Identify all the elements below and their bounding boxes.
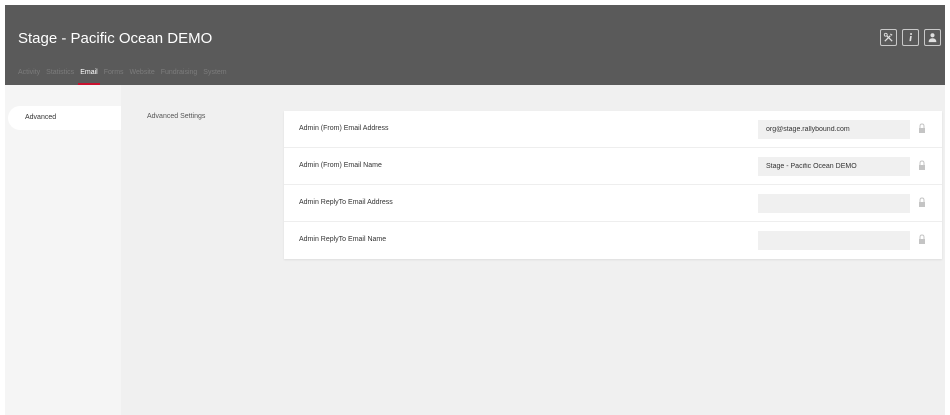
user-button[interactable] (924, 29, 941, 46)
lock-icon[interactable] (918, 123, 926, 134)
admin-replyto-email-name-field[interactable] (758, 231, 910, 250)
main-content: Advanced Settings Admin (From) Email Add… (121, 85, 945, 415)
tools-button[interactable] (880, 29, 897, 46)
user-icon (928, 33, 937, 43)
lock-icon[interactable] (918, 234, 926, 245)
top-bar: Stage - Pacific Ocean DEMO Activity Stat… (5, 5, 945, 85)
nav-item-activity[interactable]: Activity (18, 69, 40, 76)
sidebar: Advanced (5, 85, 121, 415)
header-actions (880, 29, 941, 46)
settings-row: Admin ReplyTo Email Address (284, 185, 942, 222)
admin-from-email-address-field[interactable] (758, 120, 910, 139)
nav-item-system[interactable]: System (203, 69, 226, 76)
info-icon (909, 33, 913, 42)
settings-row: Admin (From) Email Name (284, 148, 942, 185)
page-title: Stage - Pacific Ocean DEMO (18, 30, 213, 47)
admin-replyto-email-address-field[interactable] (758, 194, 910, 213)
settings-row: Admin ReplyTo Email Name (284, 222, 942, 259)
nav-item-website[interactable]: Website (130, 69, 155, 76)
row-label: Admin ReplyTo Email Name (299, 236, 387, 243)
row-label: Admin (From) Email Name (299, 162, 382, 169)
nav-item-fundraising[interactable]: Fundraising (161, 69, 198, 76)
nav-item-email[interactable]: Email (78, 69, 100, 85)
main-nav: Activity Statistics Email Forms Website … (18, 69, 227, 85)
tools-icon (883, 32, 893, 42)
nav-item-forms[interactable]: Forms (104, 69, 124, 76)
admin-from-email-name-field[interactable] (758, 157, 910, 176)
app-window: Stage - Pacific Ocean DEMO Activity Stat… (5, 5, 945, 415)
section-title: Advanced Settings (147, 113, 206, 120)
lock-icon[interactable] (918, 160, 926, 171)
info-button[interactable] (902, 29, 919, 46)
sidebar-item-advanced[interactable]: Advanced (8, 106, 121, 130)
row-label: Admin ReplyTo Email Address (299, 199, 393, 206)
row-label: Admin (From) Email Address (299, 125, 389, 132)
settings-row: Admin (From) Email Address (284, 111, 942, 148)
settings-panel: Admin (From) Email Address Admin (From) … (284, 111, 942, 259)
nav-item-statistics[interactable]: Statistics (46, 69, 74, 76)
lock-icon[interactable] (918, 197, 926, 208)
